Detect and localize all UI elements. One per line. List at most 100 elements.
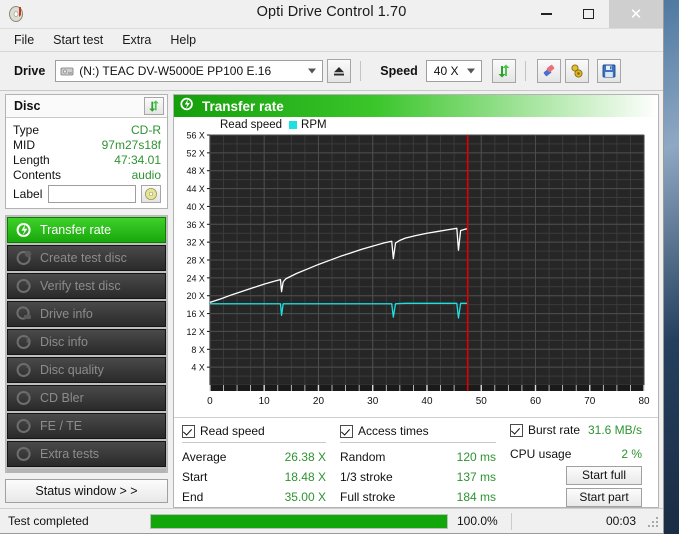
disc-label-caption: Label bbox=[13, 187, 43, 201]
chevron-down-icon bbox=[466, 68, 475, 74]
start-full-button[interactable]: Start full bbox=[566, 465, 642, 485]
result-value: 184 ms bbox=[456, 490, 496, 505]
sidebar-item-fe-te[interactable]: FE / TE bbox=[7, 413, 166, 439]
legend-label-rpm: RPM bbox=[301, 119, 327, 131]
svg-text:20: 20 bbox=[313, 396, 325, 407]
speed-select-value: 40 X bbox=[433, 64, 459, 78]
svg-text:8 X: 8 X bbox=[191, 345, 204, 355]
disc-value: audio bbox=[131, 167, 161, 182]
menu-bar: File Start test Extra Help bbox=[0, 29, 663, 52]
divider bbox=[182, 442, 326, 444]
minimize-button[interactable] bbox=[525, 0, 567, 28]
sidebar-item-verify-test-disc[interactable]: Verify test disc bbox=[7, 273, 166, 299]
sidebar-nav: Transfer rate Create test disc Verify te… bbox=[5, 215, 168, 473]
drive-select[interactable]: (N:) TEAC DV-W5000E PP100 E.16 bbox=[55, 60, 324, 82]
maximize-button[interactable] bbox=[567, 0, 609, 28]
refresh-button[interactable] bbox=[491, 59, 516, 83]
disc-label-button[interactable] bbox=[141, 185, 161, 203]
disc-info-icon bbox=[15, 333, 33, 351]
status-window-button[interactable]: Status window > > bbox=[5, 479, 168, 503]
disc-label-input[interactable] bbox=[47, 185, 136, 203]
save-icon bbox=[602, 64, 616, 78]
drive-select-value: (N:) TEAC DV-W5000E PP100 E.16 bbox=[79, 64, 272, 78]
sidebar-item-transfer-rate[interactable]: Transfer rate bbox=[7, 217, 166, 243]
svg-text:28 X: 28 X bbox=[186, 255, 204, 265]
result-key: End bbox=[182, 490, 204, 505]
toolbar-divider-1 bbox=[360, 61, 362, 81]
result-row-start: Start 18.48 X bbox=[182, 467, 340, 487]
svg-text:80: 80 bbox=[638, 396, 650, 407]
svg-text:10: 10 bbox=[259, 396, 271, 407]
menu-item-start-test[interactable]: Start test bbox=[49, 31, 112, 49]
panel-title: Transfer rate bbox=[202, 98, 284, 114]
sidebar-item-drive-info[interactable]: Drive info bbox=[7, 301, 166, 327]
sidebar-item-create-test-disc[interactable]: Create test disc bbox=[7, 245, 166, 271]
settings-button[interactable] bbox=[564, 59, 589, 83]
sidebar-item-disc-info[interactable]: Disc info bbox=[7, 329, 166, 355]
results-panel: Read speed Average 26.38 X Start 18.48 X… bbox=[174, 417, 658, 507]
disc-row-length: Length 47:34.01 bbox=[13, 152, 161, 167]
status-bar: Test completed 100.0% 00:03 bbox=[0, 508, 663, 533]
drive-toolbar: Drive (N:) TEAC DV-W5000E PP100 E.16 Spe… bbox=[0, 52, 663, 91]
toolbar-divider-2 bbox=[524, 61, 526, 81]
chart-canvas[interactable]: 4 X 8 X 12 X 16 X 20 X 24 X 28 X 32 X 36 X 40 X 44… bbox=[174, 117, 674, 417]
cpu-usage-value: 2 % bbox=[621, 446, 642, 461]
result-value: 137 ms bbox=[456, 470, 496, 485]
maximize-icon bbox=[582, 9, 594, 19]
eject-button[interactable] bbox=[327, 59, 352, 83]
result-key: Start bbox=[182, 470, 208, 485]
erase-button[interactable] bbox=[536, 59, 561, 83]
sidebar-item-cd-bler[interactable]: CD Bler bbox=[7, 385, 166, 411]
svg-text:36 X: 36 X bbox=[186, 220, 204, 230]
disc-key: Contents bbox=[13, 167, 62, 182]
svg-text:40 X: 40 X bbox=[186, 202, 204, 212]
access-times-checkbox[interactable] bbox=[340, 424, 353, 438]
panel-header: Transfer rate bbox=[174, 95, 658, 117]
minimize-icon bbox=[540, 13, 552, 15]
access-times-results: Access times Random 120 ms 1/3 stroke 13… bbox=[340, 423, 510, 507]
start-part-button[interactable]: Start part bbox=[566, 487, 642, 507]
close-button[interactable]: ✕ bbox=[609, 0, 663, 28]
create-disc-icon bbox=[15, 249, 33, 267]
svg-text:70: 70 bbox=[584, 396, 596, 407]
sidebar-item-label: Transfer rate bbox=[40, 223, 112, 237]
app-window: Opti Drive Control 1.70 ✕ File Start tes… bbox=[0, 0, 674, 534]
disc-refresh-button[interactable] bbox=[144, 97, 164, 115]
menu-item-file[interactable]: File bbox=[10, 31, 43, 49]
verify-disc-icon bbox=[15, 277, 33, 295]
disc-key: Length bbox=[13, 152, 50, 167]
sidebar: Disc Type CD-R MID 97m27s18f Length 47:3… bbox=[0, 91, 172, 508]
svg-text:30: 30 bbox=[367, 396, 379, 407]
sidebar-item-label: FE / TE bbox=[40, 419, 83, 433]
access-times-header: Access times bbox=[340, 423, 510, 439]
burst-rate-label: Burst rate bbox=[528, 423, 581, 438]
disc-key: Type bbox=[13, 122, 40, 137]
sidebar-item-extra-tests[interactable]: Extra tests bbox=[7, 441, 166, 467]
cpu-usage-label: CPU usage bbox=[510, 446, 572, 461]
cd-icon bbox=[145, 188, 157, 200]
sidebar-item-disc-quality[interactable]: Disc quality bbox=[7, 357, 166, 383]
status-message: Test completed bbox=[8, 514, 89, 528]
svg-text:52 X: 52 X bbox=[186, 148, 204, 158]
transfer-rate-chart: Read speed RPM 4 X 8 X 12 X 16 X 20 X 24 X 28 … bbox=[174, 117, 674, 417]
sidebar-item-label: Verify test disc bbox=[40, 279, 121, 293]
disc-label-row: Label bbox=[13, 185, 161, 203]
speed-select[interactable]: 40 X bbox=[425, 60, 482, 82]
read-speed-results: Read speed Average 26.38 X Start 18.48 X… bbox=[182, 423, 340, 507]
resize-grip[interactable] bbox=[646, 515, 658, 527]
menu-item-extra[interactable]: Extra bbox=[118, 31, 160, 49]
burst-rate-checkbox[interactable] bbox=[510, 423, 523, 437]
result-value: 26.38 X bbox=[284, 450, 326, 465]
disc-quality-icon bbox=[15, 361, 33, 379]
eject-icon bbox=[334, 67, 345, 76]
result-row-end: End 35.00 X bbox=[182, 487, 340, 507]
menu-item-help[interactable]: Help bbox=[166, 31, 205, 49]
result-row-third-stroke: 1/3 stroke 137 ms bbox=[340, 467, 510, 487]
cpu-usage-row: CPU usage 2 % bbox=[510, 445, 650, 463]
svg-text:16 X: 16 X bbox=[186, 309, 204, 319]
svg-text:50: 50 bbox=[476, 396, 488, 407]
result-value: 18.48 X bbox=[284, 470, 326, 485]
settings-icon bbox=[571, 64, 583, 78]
read-speed-checkbox[interactable] bbox=[182, 424, 195, 438]
save-button[interactable] bbox=[596, 59, 621, 83]
